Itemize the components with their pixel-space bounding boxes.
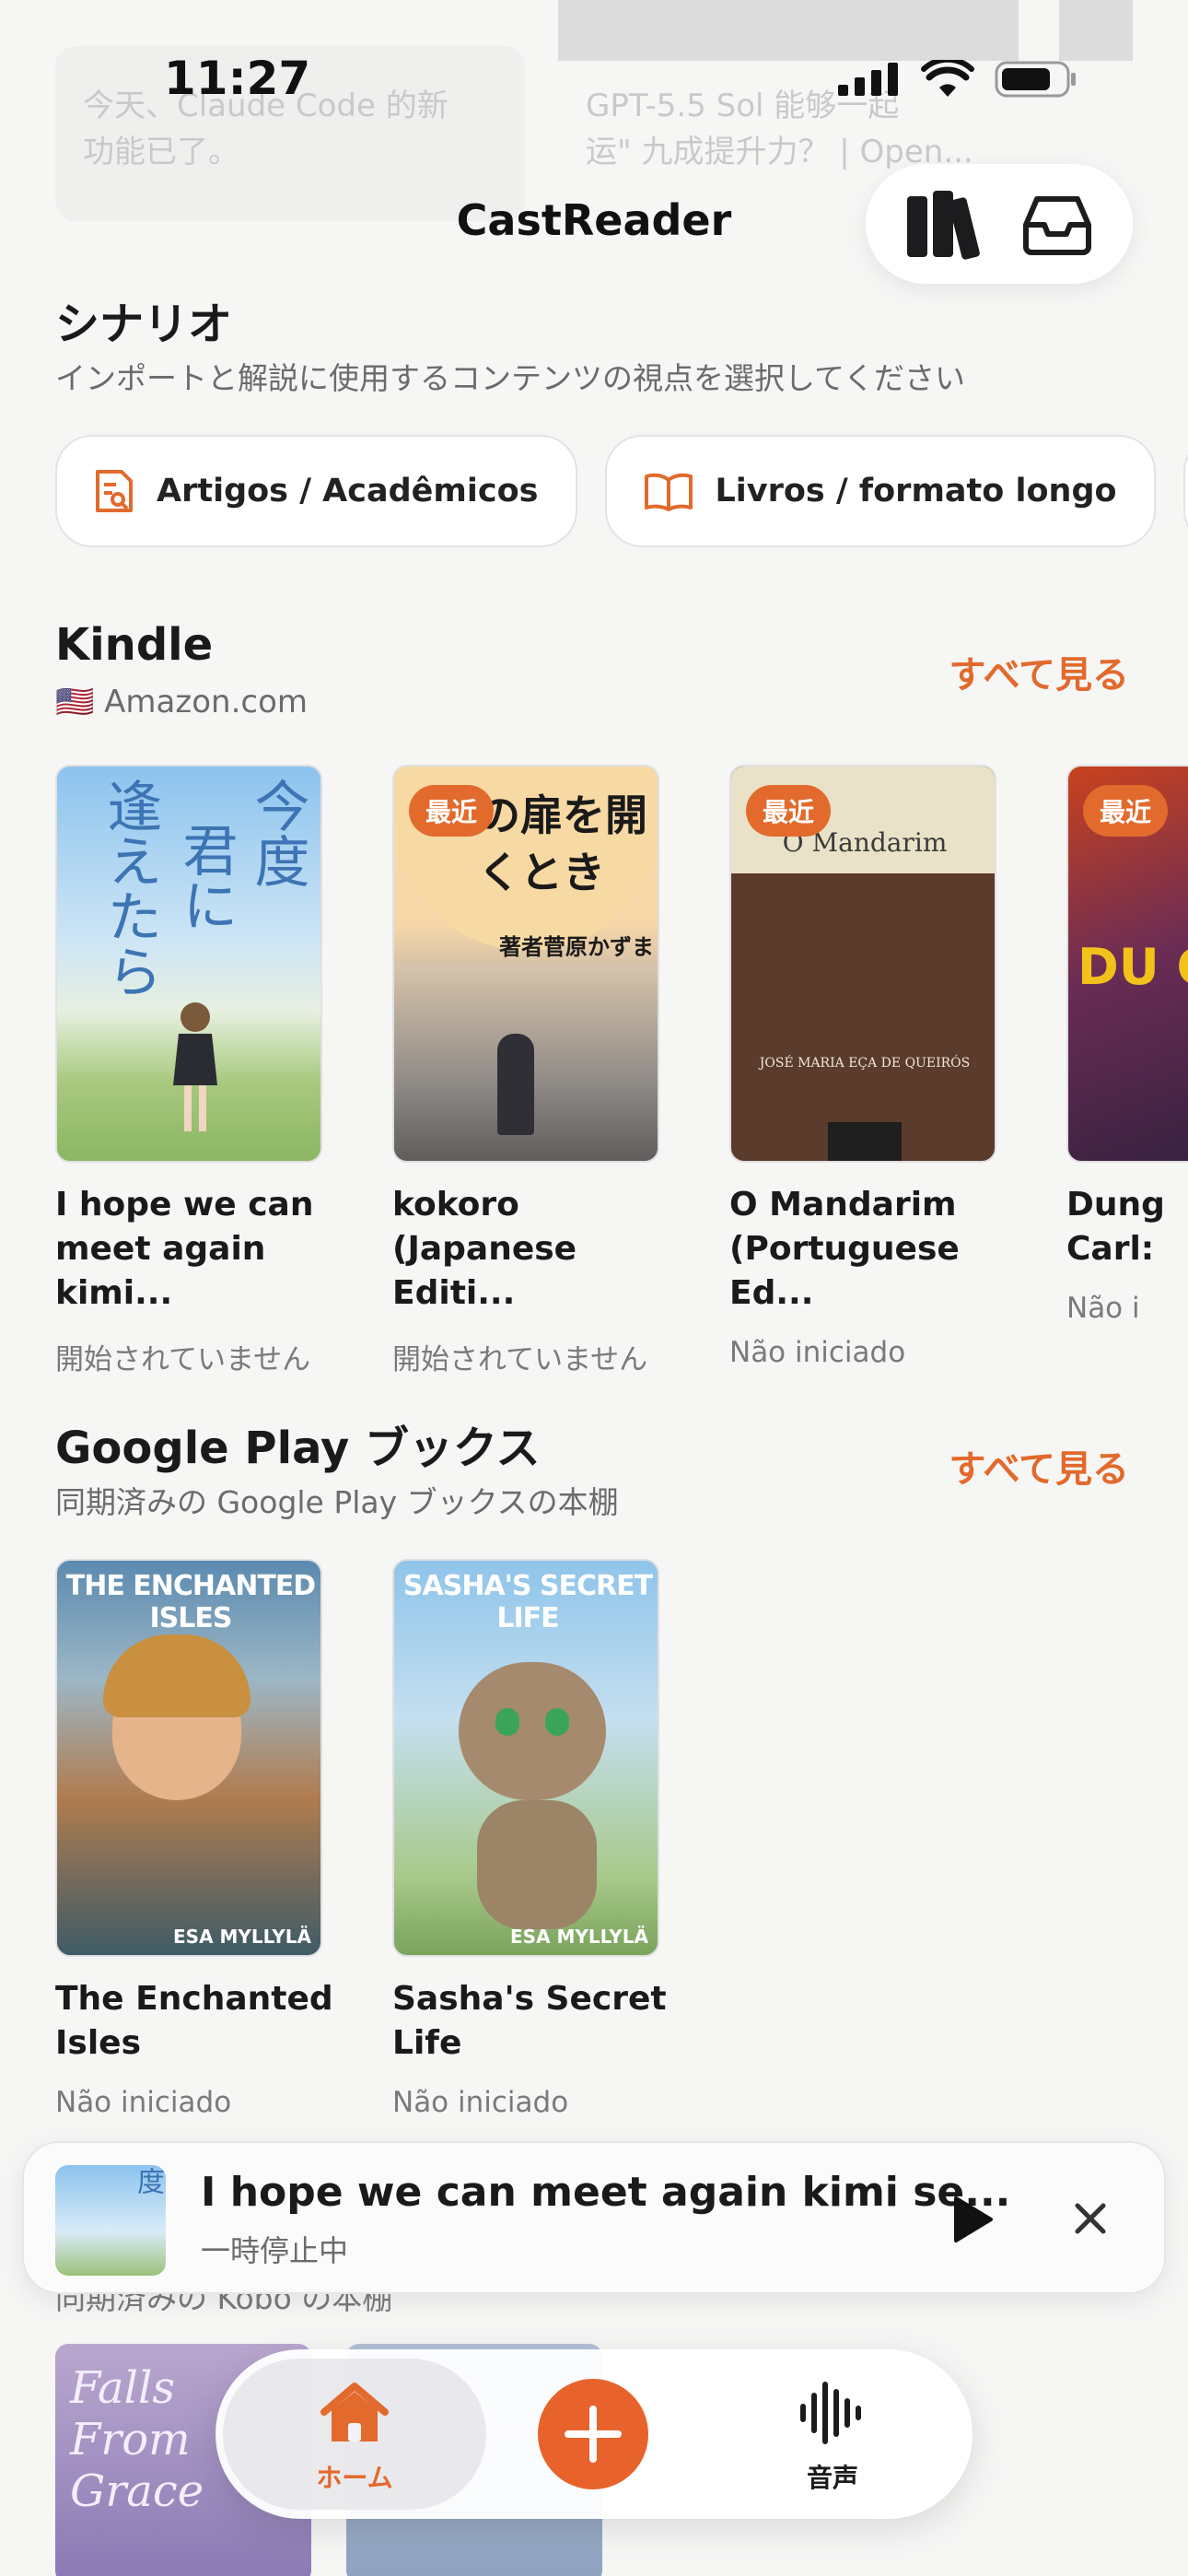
cover-author: JOSÉ MARIA EÇA DE QUEIRÓS — [759, 1056, 971, 1071]
cover-title: SASHA'S SECRET LIFE — [402, 1570, 653, 1634]
wifi-icon — [921, 60, 974, 97]
gplay-book-card[interactable]: THE ENCHANTED ISLES ESA MYLLYLÄ The Ench… — [55, 1559, 333, 2119]
tab-bar: ホーム 音声 — [215, 2349, 973, 2519]
nav-actions — [866, 164, 1133, 284]
book-cover: O Mandarim JOSÉ MARIA EÇA DE QUEIRÓS 最近 — [729, 765, 996, 1163]
close-icon[interactable] — [1072, 2200, 1109, 2237]
bg-thumb-1 — [558, 0, 1019, 61]
status-icons — [838, 59, 1077, 100]
book-title: I hope we can meet again kimi... — [55, 1186, 314, 1312]
chip-articles-label: Artigos / Acadêmicos — [157, 473, 539, 509]
gplay-book-card[interactable]: SASHA'S SECRET LIFE ESA MYLLYLÄ Sasha's … — [392, 1559, 667, 2119]
book-status: Não iniciado — [55, 2086, 232, 2119]
book-title: Sasha's Secret Life — [392, 1980, 667, 2062]
cover-title: DU CR — [1077, 938, 1188, 996]
tab-home-label: ホーム — [316, 2463, 393, 2493]
book-title: Dung Carl: — [1066, 1186, 1165, 1268]
cover-girl-illustration — [173, 1002, 217, 1131]
mini-player[interactable]: 度 I hope we can meet again kimi se... 一時… — [22, 2141, 1166, 2294]
kindle-book-card[interactable]: この扉を開くとき 著者菅原かずま 最近 kokoro (Japanese Edi… — [392, 765, 659, 1377]
book-cover: SASHA'S SECRET LIFE ESA MYLLYLÄ — [392, 1559, 659, 1957]
chip-articles[interactable]: Artigos / Acadêmicos — [55, 435, 577, 547]
plus-icon — [565, 2406, 622, 2463]
cellular-signal-icon — [838, 63, 898, 96]
cover-title-jp-2: 君に — [173, 822, 238, 932]
book-cover: 今度 君に 逢えたら — [55, 765, 322, 1163]
open-book-icon — [644, 473, 693, 511]
book-status: 開始されていません — [392, 1343, 648, 1376]
tab-audio[interactable]: 音声 — [722, 2359, 943, 2510]
kindle-store-label: Amazon.com — [104, 684, 308, 720]
cover-title: THE ENCHANTED ISLES — [65, 1570, 316, 1634]
book-cover: THE ENCHANTED ISLES ESA MYLLYLÄ — [55, 1559, 322, 1957]
article-icon — [96, 470, 133, 512]
kindle-store: 🇺🇸 Amazon.com — [55, 684, 308, 720]
books-icon[interactable] — [903, 187, 981, 261]
battery-icon — [995, 61, 1076, 98]
chip-books[interactable]: Livros / formato longo — [604, 435, 1156, 547]
cover-publisher-mark — [828, 1122, 902, 1161]
kindle-book-card-partial[interactable]: DU CR 最近 Dung Carl: Não i — [1066, 765, 1188, 1325]
cover-title-jp: 今度 — [245, 778, 309, 888]
home-icon — [320, 2383, 389, 2441]
mini-player-title: I hope we can meet again kimi se... — [201, 2169, 1011, 2216]
book-status: 開始されていません — [55, 1343, 311, 1376]
mini-cover-art: 度 — [132, 2167, 164, 2195]
kindle-see-all-link[interactable]: すべて見る — [949, 645, 1129, 698]
cover-cat-head — [459, 1662, 606, 1800]
book-title: The Enchanted Isles — [55, 1980, 333, 2062]
cover-title-jp-3: 逢えたら — [98, 778, 162, 999]
cover-cat-body — [477, 1800, 597, 1929]
gplay-title: Google Play ブックス — [55, 1423, 541, 1474]
book-status: Não iniciado — [392, 2086, 569, 2119]
recent-badge: 最近 — [409, 785, 495, 837]
tab-home[interactable]: ホーム — [223, 2359, 486, 2510]
waveform-icon — [800, 2382, 861, 2444]
mini-player-cover: 度 — [55, 2165, 166, 2276]
us-flag-icon: 🇺🇸 — [55, 684, 95, 720]
recent-badge: 最近 — [746, 785, 832, 837]
cover-boy-figure — [497, 1034, 534, 1135]
kindle-book-card[interactable]: O Mandarim JOSÉ MARIA EÇA DE QUEIRÓS 最近 … — [729, 765, 996, 1369]
tab-audio-label: 音声 — [806, 2463, 858, 2493]
cover-author: ESA MYLLYLÄ — [510, 1926, 648, 1948]
chip-more-partial[interactable] — [1182, 435, 1188, 547]
book-cover: DU CR 最近 — [1066, 765, 1188, 1163]
recent-badge: 最近 — [1083, 785, 1169, 837]
kindle-title: Kindle — [55, 619, 214, 671]
book-status: Não i — [1066, 1292, 1140, 1325]
chip-books-label: Livros / formato longo — [715, 473, 1117, 509]
bg-thumb-2 — [1059, 0, 1133, 61]
mini-player-status: 一時停止中 — [201, 2233, 349, 2268]
kindle-book-card[interactable]: 今度 君に 逢えたら I hope we can meet again kimi… — [55, 765, 322, 1377]
scenario-chips: Artigos / Acadêmicos Livros / formato lo… — [55, 435, 1188, 547]
add-button[interactable] — [538, 2379, 648, 2489]
cover-author: 著者菅原かずま — [499, 934, 654, 960]
scenario-subtitle: インポートと解説に使用するコンテンツの視点を選択してください — [55, 360, 966, 396]
cover-cat-eye-right — [545, 1708, 569, 1736]
cover-cat-eye-left — [495, 1708, 519, 1736]
bg-text-1b: 功能已了。 — [83, 134, 239, 170]
cover-author: ESA MYLLYLÄ — [173, 1926, 311, 1948]
book-title: O Mandarim (Portuguese Ed... — [729, 1186, 960, 1312]
play-icon[interactable] — [950, 2195, 995, 2244]
gplay-see-all-link[interactable]: すべて見る — [949, 1439, 1129, 1493]
book-title: kokoro (Japanese Editi... — [392, 1186, 577, 1312]
gplay-subtitle: 同期済みの Google Play ブックスの本棚 — [55, 1484, 619, 1520]
status-time: 11:27 — [164, 52, 311, 105]
scenario-title: シナリオ — [55, 299, 233, 350]
book-status: Não iniciado — [729, 1336, 906, 1369]
book-cover: この扉を開くとき 著者菅原かずま 最近 — [392, 765, 659, 1163]
cover-boy-hair — [103, 1634, 250, 1717]
inbox-icon[interactable] — [1019, 192, 1096, 256]
